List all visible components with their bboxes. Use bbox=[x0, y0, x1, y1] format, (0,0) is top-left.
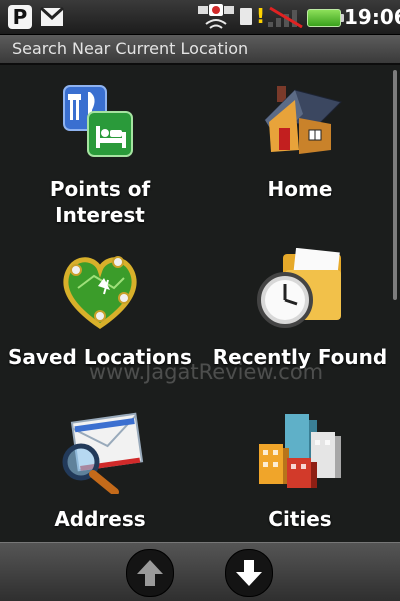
previous-page-button[interactable] bbox=[126, 549, 174, 597]
title-bar: Search Near Current Location bbox=[0, 35, 400, 65]
next-page-button[interactable] bbox=[225, 549, 273, 597]
arrow-up-icon bbox=[137, 560, 163, 586]
gps-icon bbox=[196, 2, 236, 36]
page-title: Search Near Current Location bbox=[12, 39, 249, 58]
p-icon: P bbox=[8, 5, 32, 29]
bottom-bar bbox=[0, 542, 400, 601]
status-clock: 19:06 bbox=[344, 5, 400, 29]
points-of-interest-icon bbox=[63, 85, 133, 157]
tile-points-of-interest[interactable]: Points of Interest bbox=[0, 66, 200, 232]
watermark: www.JagatReview.com bbox=[88, 360, 324, 384]
tile-label-cities: Cities bbox=[268, 507, 332, 531]
cities-icon bbox=[259, 414, 341, 488]
tile-home[interactable]: Home bbox=[200, 66, 400, 232]
tile-cities[interactable]: Cities bbox=[200, 396, 400, 562]
status-bar: P ! 19:06 bbox=[0, 0, 400, 35]
arrow-down-icon bbox=[236, 560, 262, 586]
sim-icon bbox=[240, 8, 252, 25]
gmail-icon bbox=[39, 6, 65, 31]
battery-icon bbox=[307, 9, 344, 27]
saved-locations-icon bbox=[63, 256, 137, 330]
signal-icon bbox=[266, 6, 306, 32]
location-grid: Points of Interest Home Saved Locations … bbox=[0, 66, 400, 542]
address-icon bbox=[62, 412, 144, 494]
tile-label-points-of-interest: Points of Interest bbox=[49, 177, 151, 227]
recently-found-icon bbox=[257, 248, 341, 328]
warning-icon: ! bbox=[256, 4, 266, 28]
home-icon bbox=[263, 86, 342, 154]
tile-label-address: Address bbox=[54, 507, 146, 531]
tile-label-home: Home bbox=[267, 177, 333, 201]
tile-address[interactable]: Address bbox=[0, 396, 200, 562]
